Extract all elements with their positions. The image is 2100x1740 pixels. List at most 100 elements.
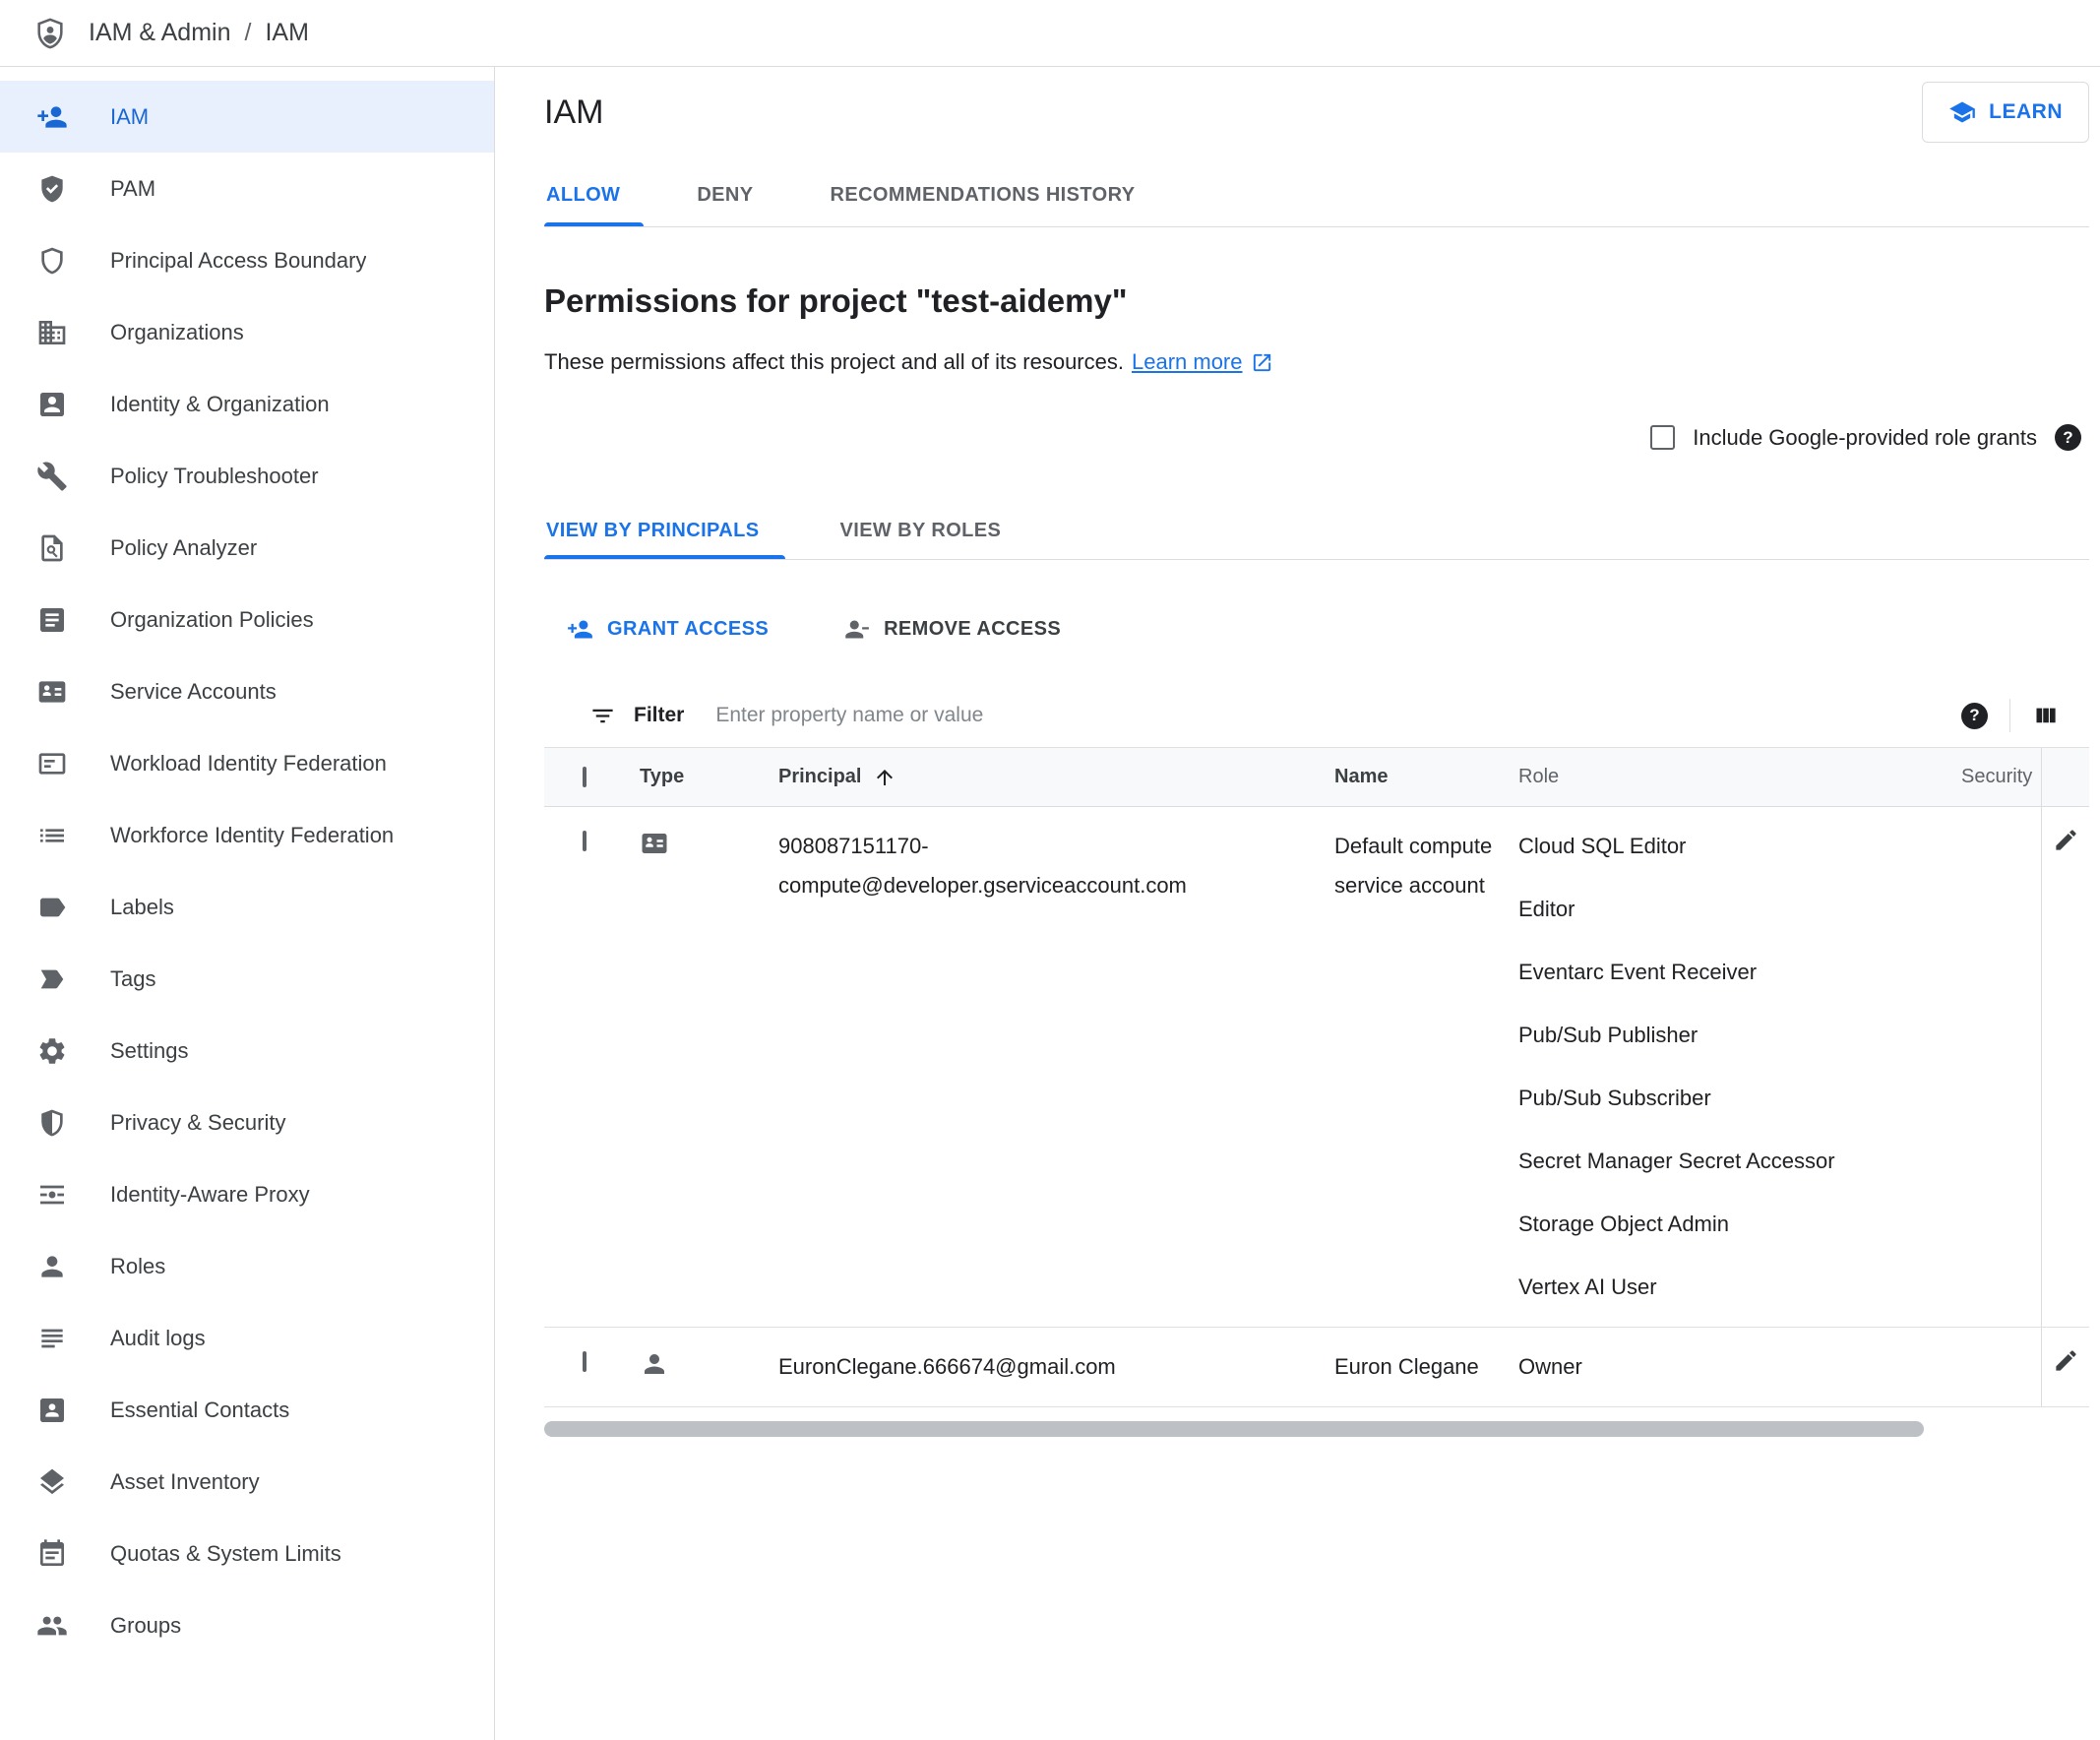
open-in-new-icon[interactable]	[1251, 351, 1273, 374]
sidebar-item-pam[interactable]: PAM	[0, 153, 494, 224]
page-layout: IAM PAM Principal Access Boundary Organi…	[0, 67, 2100, 1740]
learn-more-link[interactable]: Learn more	[1132, 349, 1243, 375]
sidebar-item-identity-aware-proxy[interactable]: Identity-Aware Proxy	[0, 1158, 494, 1230]
sidebar-item-tags[interactable]: Tags	[0, 943, 494, 1015]
help-icon[interactable]: ?	[2055, 424, 2081, 451]
sidebar-item-workforce-identity-federation[interactable]: Workforce Identity Federation	[0, 799, 494, 871]
user-icon	[640, 1349, 669, 1379]
person-add-icon	[567, 616, 593, 643]
role-item: Editor	[1518, 897, 1575, 921]
document-search-icon	[36, 532, 68, 564]
policy-tabs: ALLOW DENY RECOMMENDATIONS HISTORY	[544, 163, 2089, 227]
sidebar-item-roles[interactable]: Roles	[0, 1230, 494, 1302]
sidebar-item-label: Principal Access Boundary	[110, 247, 367, 273]
column-header-principal[interactable]: Principal	[778, 766, 1334, 789]
sidebar-item-label: Policy Analyzer	[110, 534, 258, 560]
sidebar-item-essential-contacts[interactable]: Essential Contacts	[0, 1374, 494, 1446]
column-header-principal-label: Principal	[778, 766, 862, 787]
breadcrumb-section[interactable]: IAM & Admin	[89, 19, 231, 47]
sidebar-item-service-accounts[interactable]: Service Accounts	[0, 655, 494, 727]
learn-button-label: LEARN	[1989, 100, 2063, 123]
role-cell: Owner	[1518, 1328, 1961, 1406]
include-role-grants-checkbox[interactable]	[1650, 425, 1676, 450]
edit-pencil-icon[interactable]	[2053, 827, 2079, 853]
sidebar-item-privacy-security[interactable]: Privacy & Security	[0, 1087, 494, 1158]
sidebar-item-labels[interactable]: Labels	[0, 871, 494, 943]
name-cell: Default compute service account	[1334, 834, 1493, 898]
row-checkbox[interactable]	[583, 831, 587, 851]
tab-recommendations-history[interactable]: RECOMMENDATIONS HISTORY	[806, 163, 1158, 226]
column-display-icon[interactable]	[2032, 703, 2059, 729]
row-checkbox[interactable]	[583, 1351, 587, 1372]
sidebar-item-label: Identity & Organization	[110, 391, 330, 416]
column-header-type[interactable]: Type	[631, 766, 778, 788]
divider	[2009, 699, 2010, 732]
remove-access-label: REMOVE ACCESS	[884, 617, 1062, 640]
breadcrumb-page[interactable]: IAM	[265, 19, 308, 47]
sidebar-item-organization-policies[interactable]: Organization Policies	[0, 584, 494, 655]
column-header-name[interactable]: Name	[1334, 766, 1518, 788]
sidebar-item-organizations[interactable]: Organizations	[0, 296, 494, 368]
tab-allow[interactable]: ALLOW	[544, 163, 645, 226]
permissions-description: These permissions affect this project an…	[544, 349, 2089, 375]
include-role-grants-row: Include Google-provided role grants ?	[544, 424, 2089, 451]
sidebar-item-policy-analyzer[interactable]: Policy Analyzer	[0, 512, 494, 584]
edit-cell	[2041, 807, 2089, 1327]
sort-ascending-icon[interactable]	[873, 766, 896, 789]
filter-input[interactable]	[713, 703, 1951, 728]
permissions-heading: Permissions for project "test-aidemy"	[544, 282, 1128, 319]
people-icon	[36, 1610, 68, 1642]
sidebar-item-asset-inventory[interactable]: Asset Inventory	[0, 1446, 494, 1518]
proxy-icon	[36, 1179, 68, 1211]
role-item: Storage Object Admin	[1518, 1212, 1730, 1236]
sidebar-item-label: PAM	[110, 175, 156, 201]
role-item: Eventarc Event Receiver	[1518, 960, 1758, 984]
card-lines-icon	[36, 748, 68, 779]
service-account-card-icon	[36, 676, 68, 708]
tab-view-by-roles[interactable]: VIEW BY ROLES	[815, 502, 1027, 559]
filter-help-icon[interactable]: ?	[1961, 702, 1988, 729]
learn-button[interactable]: LEARN	[1922, 82, 2089, 143]
wrench-icon	[36, 461, 68, 492]
edit-pencil-icon[interactable]	[2053, 1347, 2079, 1374]
sidebar-item-audit-logs[interactable]: Audit logs	[0, 1302, 494, 1374]
sidebar-item-identity-organization[interactable]: Identity & Organization	[0, 368, 494, 440]
name-cell: Euron Clegane	[1334, 1354, 1479, 1379]
sidebar-item-quotas[interactable]: Quotas & System Limits	[0, 1518, 494, 1589]
horizontal-scrollbar[interactable]	[544, 1421, 1924, 1437]
sidebar-item-principal-access-boundary[interactable]: Principal Access Boundary	[0, 224, 494, 296]
column-header-role[interactable]: Role	[1518, 766, 1961, 788]
sidebar-item-workload-identity-federation[interactable]: Workload Identity Federation	[0, 727, 494, 799]
grant-access-button[interactable]: GRANT ACCESS	[561, 615, 774, 644]
sidebar-item-groups[interactable]: Groups	[0, 1589, 494, 1661]
principal-cell: 908087151170-compute@developer.gservicea…	[778, 834, 1187, 898]
role-cell: Cloud SQL Editor Editor Eventarc Event R…	[1518, 807, 1961, 1327]
document-lines-icon	[36, 604, 68, 636]
sidebar-item-settings[interactable]: Settings	[0, 1015, 494, 1087]
tab-deny[interactable]: DENY	[673, 163, 776, 226]
grant-access-label: GRANT ACCESS	[607, 617, 770, 640]
table-actions: GRANT ACCESS REMOVE ACCESS	[544, 590, 2089, 668]
shield-check-icon	[36, 173, 68, 205]
person-remove-icon	[843, 616, 870, 643]
table-row: 908087151170-compute@developer.gservicea…	[544, 807, 2089, 1328]
remove-access-button[interactable]: REMOVE ACCESS	[837, 615, 1067, 644]
label-icon	[36, 892, 68, 923]
log-lines-icon	[36, 1323, 68, 1354]
permissions-table: Type Principal Name Role Security 908087	[544, 747, 2089, 1407]
gear-icon	[36, 1035, 68, 1067]
sidebar-item-policy-troubleshooter[interactable]: Policy Troubleshooter	[0, 440, 494, 512]
select-all-checkbox[interactable]	[583, 766, 587, 787]
description-text: These permissions affect this project an…	[544, 349, 1124, 374]
school-icon	[1948, 98, 1976, 126]
column-header-security[interactable]: Security	[1961, 766, 2041, 788]
sidebar-item-label: Groups	[110, 1612, 182, 1638]
sidebar-item-iam[interactable]: IAM	[0, 81, 494, 153]
service-account-icon	[640, 829, 669, 858]
sidebar-item-label: Organizations	[110, 319, 244, 344]
sidebar-item-label: Workforce Identity Federation	[110, 822, 395, 847]
filter-bar: Filter ?	[544, 684, 2089, 747]
tab-view-by-principals[interactable]: VIEW BY PRINCIPALS	[544, 502, 785, 559]
layers-icon	[36, 1466, 68, 1498]
role-item: Pub/Sub Subscriber	[1518, 1086, 1711, 1110]
